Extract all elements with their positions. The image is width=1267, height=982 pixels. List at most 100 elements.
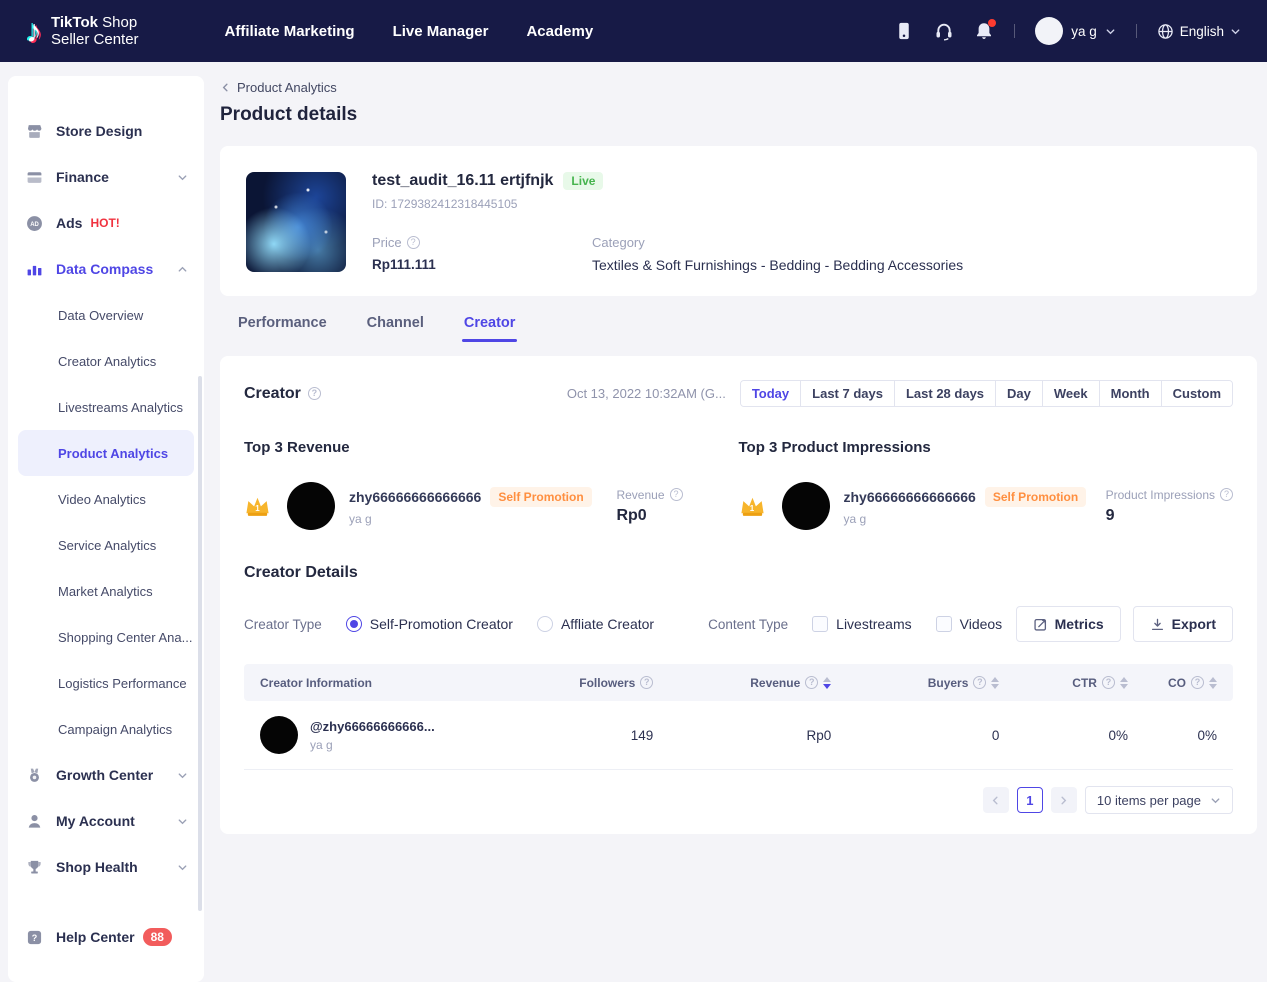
sidebar-item-shop-health[interactable]: Shop Health	[8, 844, 204, 890]
export-button[interactable]: Export	[1133, 606, 1233, 642]
followers-info-icon[interactable]	[640, 676, 653, 689]
row-buyers: 0	[847, 701, 1015, 770]
chevron-down-icon	[1230, 26, 1241, 37]
sidebar-item-store-design[interactable]: Store Design	[8, 108, 204, 154]
page-size-select[interactable]: 10 items per page	[1085, 786, 1233, 814]
metrics-button[interactable]: Metrics	[1016, 606, 1121, 642]
nav-affiliate-marketing[interactable]: Affiliate Marketing	[225, 23, 355, 40]
sidebar-item-help-center[interactable]: ? Help Center 88	[8, 914, 204, 960]
revenue-metric-value: Rp0	[616, 507, 682, 525]
sidebar: Store Design Finance AD Ads HOT! Data Co…	[8, 76, 204, 982]
sidebar-item-service-analytics[interactable]: Service Analytics	[8, 522, 204, 568]
top-revenue-block: Top 3 Revenue 1 zhy66666666666666 Self P…	[244, 439, 739, 530]
sidebar-scrollbar[interactable]	[198, 376, 202, 911]
language-selector[interactable]: English	[1157, 23, 1241, 40]
filter-last-7-days[interactable]: Last 7 days	[800, 381, 894, 406]
sidebar-item-campaign-analytics[interactable]: Campaign Analytics	[8, 706, 204, 752]
sidebar-item-data-compass[interactable]: Data Compass	[8, 246, 204, 292]
revenue-info-icon[interactable]	[670, 488, 683, 501]
sort-icon	[991, 677, 999, 689]
chevron-down-icon	[1105, 26, 1116, 37]
checkbox-icon	[936, 616, 952, 632]
sidebar-item-video-analytics[interactable]: Video Analytics	[8, 476, 204, 522]
navbar-divider	[1136, 24, 1137, 38]
sidebar-item-data-overview[interactable]: Data Overview	[8, 292, 204, 338]
help-icon: ?	[26, 929, 43, 946]
price-value: Rp111.111	[372, 257, 592, 272]
chevron-left-icon	[220, 82, 231, 93]
creator-section-title: Creator	[244, 385, 301, 403]
sidebar-item-market-analytics[interactable]: Market Analytics	[8, 568, 204, 614]
sidebar-item-product-analytics[interactable]: Product Analytics	[18, 430, 194, 476]
page-title: Product details	[220, 104, 1257, 126]
tab-channel[interactable]: Channel	[365, 309, 426, 342]
tab-creator[interactable]: Creator	[462, 309, 518, 342]
creator-avatar	[287, 482, 335, 530]
filter-last-28-days[interactable]: Last 28 days	[894, 381, 995, 406]
filter-month[interactable]: Month	[1099, 381, 1161, 406]
chevron-down-icon	[1210, 795, 1221, 806]
navbar-links: Affiliate Marketing Live Manager Academy	[225, 23, 594, 40]
revenue-metric-label: Revenue	[616, 488, 664, 502]
product-image	[246, 172, 346, 272]
ctr-info-icon[interactable]	[1102, 676, 1115, 689]
filter-day[interactable]: Day	[995, 381, 1042, 406]
creator-info-icon[interactable]	[308, 387, 321, 400]
live-status-badge: Live	[563, 172, 603, 190]
row-creator-handle[interactable]: @zhy66666666666...	[310, 719, 435, 734]
buyers-info-icon[interactable]	[973, 676, 986, 689]
sidebar-item-ads[interactable]: AD Ads HOT!	[8, 200, 204, 246]
support-headset-icon[interactable]	[934, 21, 954, 41]
revenue-info-icon[interactable]	[805, 676, 818, 689]
sidebar-item-logistics-performance[interactable]: Logistics Performance	[8, 660, 204, 706]
creator-name: zhy66666666666666	[349, 489, 481, 505]
product-id: ID: 1729382412318445105	[372, 197, 1231, 211]
impressions-info-icon[interactable]	[1220, 488, 1233, 501]
svg-text:?: ?	[32, 932, 38, 942]
sort-icon	[1120, 677, 1128, 689]
next-page-button[interactable]	[1051, 787, 1077, 813]
filter-week[interactable]: Week	[1042, 381, 1099, 406]
nav-academy[interactable]: Academy	[526, 23, 593, 40]
col-revenue[interactable]: Revenue	[669, 664, 847, 701]
product-name: test_audit_16.11 ertjfnjk	[372, 172, 553, 190]
checkbox-livestreams[interactable]: Livestreams	[812, 616, 911, 632]
help-count-badge: 88	[143, 928, 172, 946]
filter-today[interactable]: Today	[741, 381, 800, 406]
checkbox-videos[interactable]: Videos	[936, 616, 1003, 632]
page-1-button[interactable]: 1	[1017, 787, 1043, 813]
storefront-icon	[26, 123, 43, 140]
radio-self-promotion-creator[interactable]: Self-Promotion Creator	[346, 616, 513, 632]
tab-performance[interactable]: Performance	[236, 309, 329, 342]
col-co[interactable]: CO	[1144, 664, 1233, 701]
content-type-label: Content Type	[708, 617, 788, 632]
sidebar-item-creator-analytics[interactable]: Creator Analytics	[8, 338, 204, 384]
creator-subtitle: ya g	[844, 512, 1087, 526]
radio-affiliate-creator[interactable]: Affliate Creator	[537, 616, 654, 632]
sidebar-item-finance[interactable]: Finance	[8, 154, 204, 200]
tiktok-shop-logo[interactable]: ♪ TikTok Shop Seller Center	[26, 14, 139, 49]
sidebar-item-my-account[interactable]: My Account	[8, 798, 204, 844]
notifications-bell-icon[interactable]	[974, 21, 994, 41]
breadcrumb[interactable]: Product Analytics	[220, 80, 1257, 95]
nav-live-manager[interactable]: Live Manager	[393, 23, 489, 40]
filter-custom[interactable]: Custom	[1161, 381, 1232, 406]
creator-type-label: Creator Type	[244, 617, 322, 632]
category-label: Category	[592, 235, 645, 250]
sidebar-item-shopping-center-analytics[interactable]: Shopping Center Ana...	[8, 614, 204, 660]
crown-rank-icon: 1	[739, 494, 766, 518]
prev-page-button[interactable]	[983, 787, 1009, 813]
mobile-app-icon[interactable]	[894, 21, 914, 41]
sidebar-item-livestreams-analytics[interactable]: Livestreams Analytics	[8, 384, 204, 430]
self-promotion-badge: Self Promotion	[490, 487, 591, 507]
co-info-icon[interactable]	[1191, 676, 1204, 689]
sidebar-item-growth-center[interactable]: Growth Center	[8, 752, 204, 798]
price-info-icon[interactable]	[407, 236, 420, 249]
creator-panel: Creator Oct 13, 2022 10:32AM (G... Today…	[220, 356, 1257, 834]
col-buyers[interactable]: Buyers	[847, 664, 1015, 701]
user-menu[interactable]: ya g	[1035, 17, 1116, 45]
globe-icon	[1157, 23, 1174, 40]
download-icon	[1150, 617, 1165, 632]
col-ctr[interactable]: CTR	[1015, 664, 1144, 701]
top-impressions-block: Top 3 Product Impressions 1 zhy666666666…	[739, 439, 1234, 530]
